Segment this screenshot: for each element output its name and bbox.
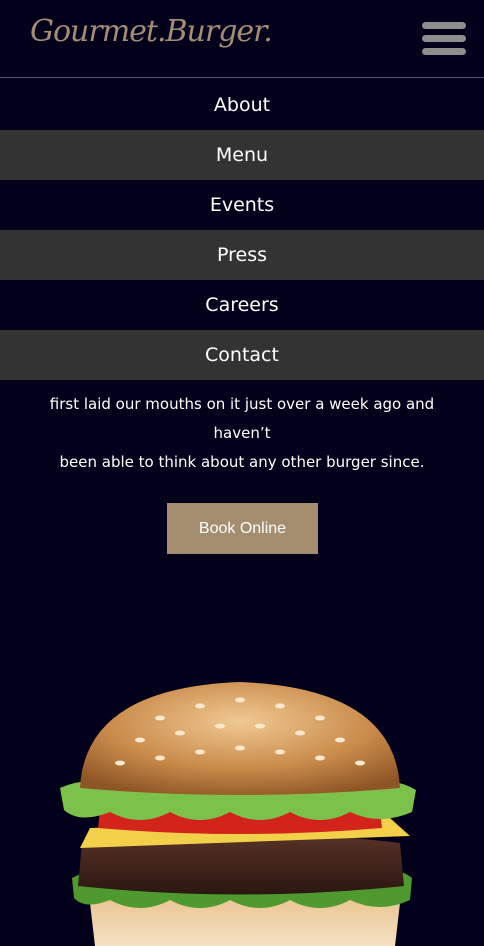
intro-text: first laid our mouths on it just over a …: [20, 380, 464, 477]
nav-item-about[interactable]: About: [0, 80, 484, 130]
intro-line-2: been able to think about any other burge…: [59, 453, 425, 471]
site-header: Gourmet.Burger.: [0, 0, 484, 78]
burger-image: [60, 682, 416, 946]
nav-item-press[interactable]: Press: [0, 230, 484, 280]
hamburger-menu-icon[interactable]: [422, 22, 466, 56]
site-logo[interactable]: Gourmet.Burger.: [30, 14, 273, 49]
intro-line-1: first laid our mouths on it just over a …: [49, 395, 435, 442]
nav-item-events[interactable]: Events: [0, 180, 484, 230]
nav-item-menu[interactable]: Menu: [0, 130, 484, 180]
nav-item-contact[interactable]: Contact: [0, 330, 484, 380]
main-nav: About Menu Events Press Careers Contact: [0, 80, 484, 380]
nav-item-careers[interactable]: Careers: [0, 280, 484, 330]
intro-clipped-line: [20, 380, 464, 390]
book-online-button[interactable]: Book Online: [167, 503, 318, 554]
